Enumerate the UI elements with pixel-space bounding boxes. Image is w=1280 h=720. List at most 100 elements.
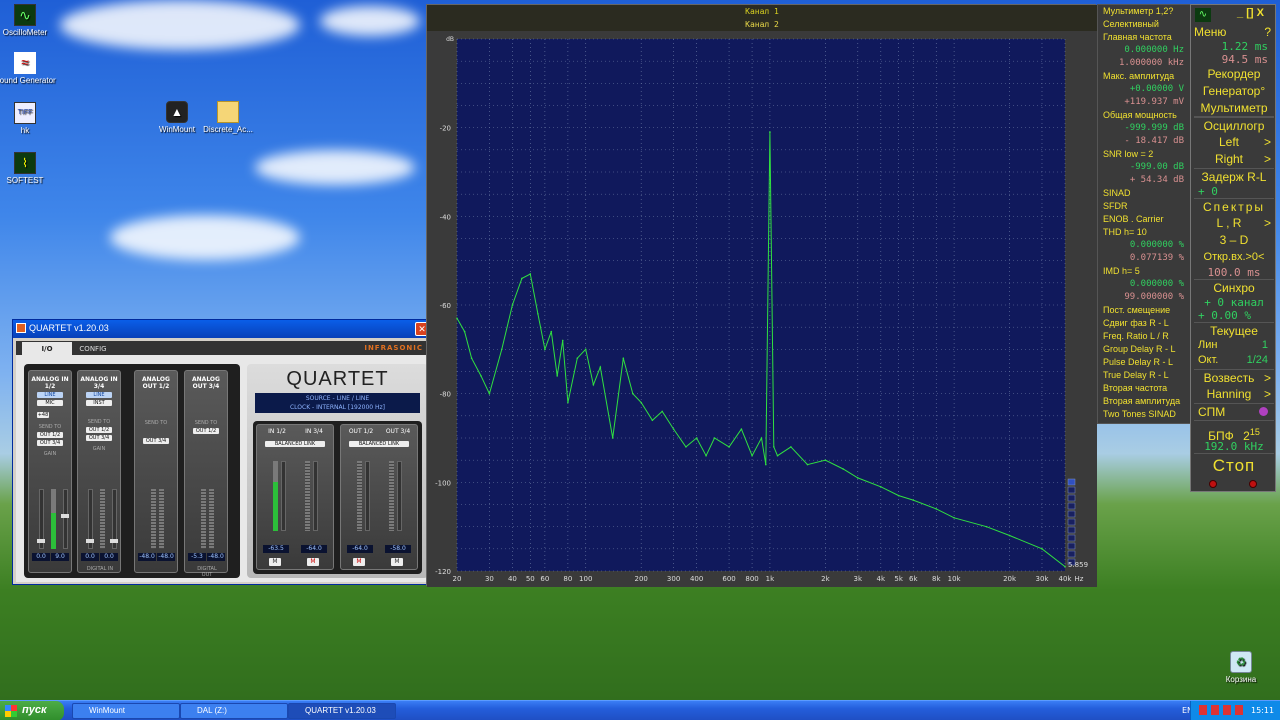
desktop-icon-sound-generator[interactable]: ≈ Sound Generator xyxy=(0,52,57,85)
left-button[interactable]: Left > xyxy=(1194,134,1274,151)
multimeter-line[interactable]: Макс. амплитуда xyxy=(1098,70,1190,83)
minimize-button[interactable]: _ xyxy=(1237,7,1243,19)
channel2-bar[interactable]: Канал 2 xyxy=(427,18,1097,31)
fader-knob[interactable] xyxy=(37,539,45,543)
right-button[interactable]: Right > xyxy=(1194,151,1274,168)
multimeter-line[interactable]: Two Tones SINAD xyxy=(1098,408,1190,421)
gain-fader[interactable] xyxy=(63,489,68,549)
help-button[interactable]: ? xyxy=(1264,25,1274,39)
tab-in34[interactable]: IN 3/4 xyxy=(297,428,331,435)
level-scale-box[interactable] xyxy=(1067,534,1076,542)
mute-button[interactable]: M xyxy=(353,558,365,566)
fader[interactable] xyxy=(397,461,402,531)
3d-button[interactable]: 3 – D xyxy=(1194,232,1274,249)
menu-button[interactable]: Меню xyxy=(1194,25,1226,39)
tab-out12[interactable]: OUT 1/2 xyxy=(344,428,378,435)
multimeter-line[interactable]: Pulse Delay R - L xyxy=(1098,356,1190,369)
tab-in12[interactable]: IN 1/2 xyxy=(260,428,294,435)
fader-knob[interactable] xyxy=(110,539,118,543)
level-scale-box[interactable] xyxy=(1067,494,1076,502)
window-button[interactable]: Hanning > xyxy=(1194,386,1274,403)
multimeter-line[interactable]: Общая мощность xyxy=(1098,109,1190,122)
multimeter-line[interactable]: Главная частота xyxy=(1098,31,1190,44)
maximize-button[interactable]: [] xyxy=(1246,7,1253,19)
multimeter-line[interactable]: SNR low = 2 xyxy=(1098,148,1190,161)
fader-knob[interactable] xyxy=(61,514,69,518)
desktop-icon-oscillometer[interactable]: ∿ OscilloMeter xyxy=(0,4,57,37)
multimeter-line[interactable]: Вторая частота xyxy=(1098,382,1190,395)
multimeter-line[interactable]: True Delay R - L xyxy=(1098,369,1190,382)
lr-button[interactable]: L , R > xyxy=(1194,215,1274,232)
mute-button[interactable]: M xyxy=(307,558,319,566)
power-button[interactable]: Возвесть > xyxy=(1194,369,1274,386)
current-button[interactable]: Текущее xyxy=(1194,322,1274,339)
desktop-icon-discrete[interactable]: Discrete_Ac... xyxy=(196,101,260,134)
oscilloscope-button[interactable]: Осциллогр xyxy=(1194,117,1274,134)
send-out34-button[interactable]: OUT 3/4 xyxy=(143,438,169,444)
multimeter-line[interactable]: Вторая амплитуда xyxy=(1098,395,1190,408)
close-button[interactable]: X xyxy=(1257,7,1264,19)
spectra-button[interactable]: Спектры xyxy=(1194,198,1274,215)
task-winmount[interactable]: WinMount xyxy=(72,703,180,719)
phantom-button[interactable]: +48 xyxy=(37,412,49,418)
multimeter-line[interactable]: Freq. Ratio L / R xyxy=(1098,330,1190,343)
task-dal[interactable]: DAL (Z:) xyxy=(180,703,288,719)
mic-button[interactable]: MIC xyxy=(37,400,63,406)
balanced-link-button[interactable]: BALANCED LINK xyxy=(265,441,325,447)
level-scale-box[interactable] xyxy=(1067,478,1076,486)
send-out34-button[interactable]: OUT 3/4 xyxy=(37,440,63,446)
start-button[interactable]: пуск xyxy=(0,701,64,720)
level-scale-box[interactable] xyxy=(1067,486,1076,494)
desktop-icon-softest[interactable]: ⌇ SOFTEST xyxy=(0,152,57,185)
fader[interactable] xyxy=(313,461,318,531)
desktop-icon-recycle-bin[interactable]: ♻ Корзина xyxy=(1209,651,1273,684)
desktop-icon-hk[interactable]: TIFF hk xyxy=(0,102,57,135)
multimeter-line[interactable]: Мультиметр 1,2? xyxy=(1098,5,1190,18)
channel1-bar[interactable]: Канал 1 xyxy=(427,5,1097,18)
multimeter-line[interactable]: SINAD xyxy=(1098,187,1190,200)
fader[interactable] xyxy=(281,461,286,531)
level-scale-box[interactable] xyxy=(1067,502,1076,510)
multimeter-button[interactable]: Мультиметр xyxy=(1194,100,1274,117)
level-scale-box[interactable] xyxy=(1067,518,1076,526)
multimeter-line[interactable]: THD h= 10 xyxy=(1098,226,1190,239)
level-scale-box[interactable] xyxy=(1067,510,1076,518)
generator-button[interactable]: Генератор° xyxy=(1194,83,1274,100)
balanced-link-button[interactable]: BALANCED LINK xyxy=(349,441,409,447)
fader[interactable] xyxy=(365,461,370,531)
oct-row[interactable]: Окт. 1/24 xyxy=(1194,354,1274,369)
line-button[interactable]: LINE xyxy=(37,392,63,398)
open-input-button[interactable]: Откр.вх.>0< xyxy=(1194,249,1274,266)
mute-button[interactable]: M xyxy=(391,558,403,566)
tab-out34[interactable]: OUT 3/4 xyxy=(381,428,415,435)
quartet-titlebar[interactable]: QUARTET v1.20.03 ✕ xyxy=(13,320,431,338)
multimeter-line[interactable]: Пост. смещение xyxy=(1098,304,1190,317)
spectrum-chart[interactable]: 20 30 40 50 60 80 100 200 300 400 600 800 1k 2k 3k 4k 5k… xyxy=(427,31,1097,587)
tray-icons[interactable] xyxy=(1199,705,1245,715)
multimeter-line[interactable]: ENOB . Carrier xyxy=(1098,213,1190,226)
send-out12-button[interactable]: OUT 1/2 xyxy=(37,432,63,438)
fader-knob[interactable] xyxy=(86,539,94,543)
multimeter-line[interactable]: Селективный xyxy=(1098,18,1190,31)
inst-button[interactable]: INST xyxy=(86,400,112,406)
multimeter-line[interactable]: IMD h= 5 xyxy=(1098,265,1190,278)
multimeter-line[interactable]: Сдвиг фаз R - L xyxy=(1098,317,1190,330)
multimeter-line[interactable]: SFDR xyxy=(1098,200,1190,213)
lin-row[interactable]: Лин 1 xyxy=(1194,339,1274,354)
level-scale-box[interactable] xyxy=(1067,542,1076,550)
send-out34-button[interactable]: OUT 3/4 xyxy=(86,435,112,441)
delay-button[interactable]: Задерж R-L xyxy=(1194,168,1274,185)
sync-button[interactable]: Синхро xyxy=(1194,279,1274,296)
send-out12-button[interactable]: OUT 1/2 xyxy=(193,428,219,434)
tab-config[interactable]: CONFIG xyxy=(68,342,118,355)
multimeter-line[interactable]: Group Delay R - L xyxy=(1098,343,1190,356)
tab-io[interactable]: I/O xyxy=(22,342,72,355)
spm-button[interactable]: СПМ xyxy=(1194,403,1274,420)
line-button[interactable]: LINE xyxy=(86,392,112,398)
mute-button[interactable]: M xyxy=(269,558,281,566)
recorder-button[interactable]: Рекордер xyxy=(1194,66,1274,83)
level-scale-box[interactable] xyxy=(1067,550,1076,558)
task-quartet[interactable]: QUARTET v1.20.03 xyxy=(288,703,396,719)
level-scale-box[interactable] xyxy=(1067,526,1076,534)
stop-button[interactable]: Стоп xyxy=(1194,453,1274,477)
